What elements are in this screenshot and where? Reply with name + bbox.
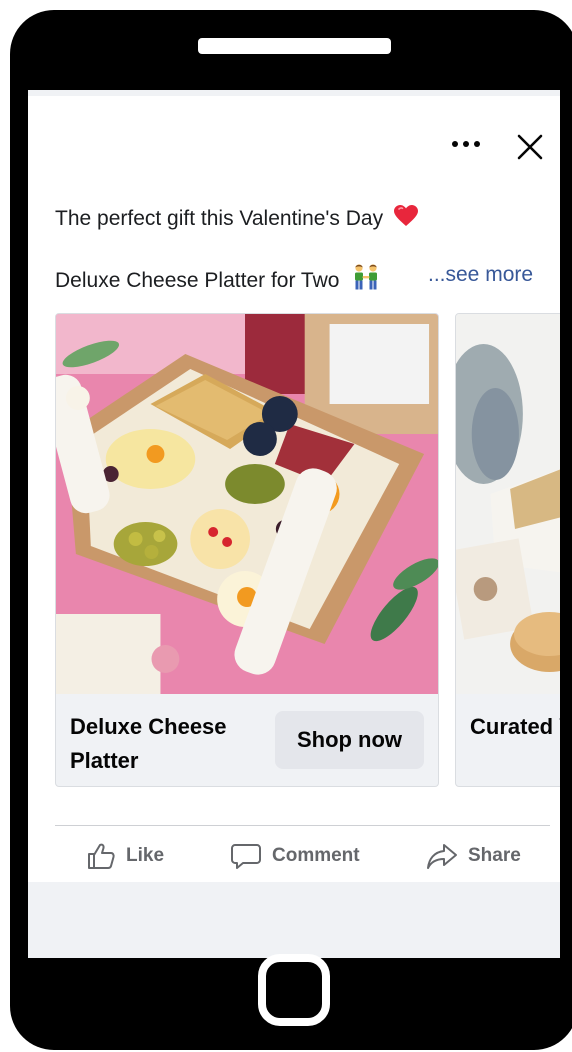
share-label: Share: [468, 845, 521, 866]
home-button[interactable]: [258, 954, 330, 1026]
post-text-line-2: Deluxe Cheese Platter for Two: [55, 263, 381, 293]
share-arrow-icon: [427, 844, 457, 869]
comment-button[interactable]: Comment: [230, 838, 360, 874]
card-title: Deluxe Cheese Platter: [70, 714, 227, 773]
carousel-card-1[interactable]: Deluxe Cheese Platter Shop now: [55, 313, 439, 787]
thumbs-up-icon: [88, 843, 115, 869]
cheese-platter-photo[interactable]: [56, 314, 438, 694]
post-text-line-1: The perfect gift this Valentine's Day: [55, 204, 419, 231]
gift-box-photo[interactable]: [456, 314, 560, 694]
facebook-ad-post: The perfect gift this Valentine's Day De…: [28, 90, 560, 958]
couple-holding-hands-icon: [355, 264, 378, 290]
carousel-card-2[interactable]: Curated Valentine: [455, 313, 560, 787]
red-heart-icon: [393, 205, 418, 226]
more-options-icon[interactable]: [452, 139, 480, 149]
like-button[interactable]: Like: [86, 838, 164, 874]
card-title: Curated Valentine: [470, 714, 560, 739]
shop-now-button[interactable]: Shop now: [275, 711, 424, 769]
top-strip: [28, 90, 560, 96]
see-more-link[interactable]: ...see more: [428, 263, 533, 287]
divider: [55, 825, 550, 826]
post-text-line-2-label: Deluxe Cheese Platter for Two: [55, 269, 340, 292]
phone-speaker: [198, 38, 391, 54]
phone-frame: The perfect gift this Valentine's Day De…: [10, 10, 572, 1050]
like-label: Like: [126, 845, 165, 866]
comment-icon: [231, 844, 261, 869]
share-button[interactable]: Share: [426, 838, 521, 874]
post-footer: [28, 882, 560, 958]
close-icon[interactable]: [516, 133, 544, 161]
comment-label: Comment: [272, 845, 360, 866]
post-text-line-1-label: The perfect gift this Valentine's Day: [55, 207, 384, 230]
